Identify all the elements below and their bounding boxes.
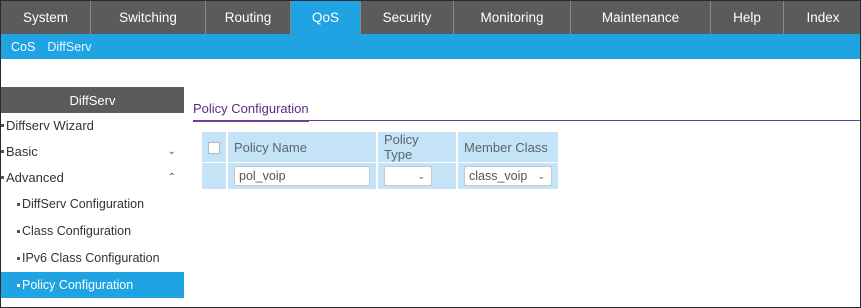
sidebar-header: DiffServ bbox=[1, 87, 184, 113]
tab-policy-configuration[interactable]: Policy Configuration bbox=[193, 101, 309, 122]
policy-name-cell: pol_voip bbox=[228, 162, 378, 189]
divider bbox=[193, 120, 860, 121]
member-class-select[interactable]: class_voip ⌄ bbox=[464, 166, 552, 186]
sidebar-item-label: Diffserv Wizard bbox=[6, 118, 94, 133]
bullet-icon bbox=[17, 229, 20, 233]
chevron-down-icon: ⌄ bbox=[537, 170, 545, 181]
policy-type-select[interactable]: ⌄ bbox=[384, 166, 432, 186]
sub-nav: CoS DiffServ bbox=[1, 34, 860, 59]
member-class-cell: class_voip ⌄ bbox=[458, 162, 558, 189]
subnav-cos[interactable]: CoS bbox=[11, 40, 35, 54]
sidebar-item-diffserv-configuration[interactable]: DiffServ Configuration bbox=[1, 191, 184, 218]
tab-index[interactable]: Index bbox=[784, 1, 860, 34]
subnav-diffserv[interactable]: DiffServ bbox=[47, 40, 91, 54]
sidebar-item-diffserv-wizard[interactable]: Diffserv Wizard bbox=[1, 113, 184, 139]
main-content: Policy Configuration Policy Name Policy … bbox=[185, 87, 860, 307]
table-row: pol_voip ⌄ class_voip ⌄ bbox=[202, 162, 558, 189]
tab-maintenance[interactable]: Maintenance bbox=[571, 1, 711, 34]
column-header-member-class: Member Class bbox=[458, 132, 558, 162]
bullet-icon bbox=[1, 176, 4, 179]
sidebar-item-label: Class Configuration bbox=[22, 224, 132, 238]
bullet-icon bbox=[17, 256, 20, 260]
table-header-row: Policy Name Policy Type Member Class bbox=[202, 132, 558, 162]
bullet-icon bbox=[1, 124, 4, 127]
bullet-icon bbox=[1, 150, 4, 153]
app-frame: System Switching Routing QoS Security Mo… bbox=[0, 0, 861, 308]
row-select-cell bbox=[202, 162, 228, 189]
chevron-down-icon: ⌄ bbox=[167, 146, 176, 157]
tab-system[interactable]: System bbox=[1, 1, 91, 34]
sidebar-item-label: Advanced bbox=[6, 170, 64, 185]
tab-security[interactable]: Security bbox=[361, 1, 454, 34]
tab-switching[interactable]: Switching bbox=[91, 1, 206, 34]
tab-help[interactable]: Help bbox=[711, 1, 784, 34]
sidebar-item-ipv6-class-configuration[interactable]: IPv6 Class Configuration bbox=[1, 245, 184, 272]
sidebar-item-label: Policy Configuration bbox=[22, 278, 134, 292]
sidebar: DiffServ Diffserv Wizard Basic ⌄ Advance… bbox=[1, 87, 184, 307]
sidebar-item-advanced[interactable]: Advanced ⌃ bbox=[1, 165, 184, 191]
tab-qos[interactable]: QoS bbox=[291, 1, 361, 34]
tab-monitoring[interactable]: Monitoring bbox=[454, 1, 571, 34]
sidebar-item-label: DiffServ Configuration bbox=[22, 197, 145, 211]
sidebar-item-label: Basic bbox=[6, 144, 38, 159]
select-all-checkbox[interactable] bbox=[208, 142, 220, 155]
policy-type-cell: ⌄ bbox=[378, 162, 458, 189]
bullet-icon bbox=[17, 283, 20, 287]
sidebar-item-policy-configuration[interactable]: Policy Configuration bbox=[1, 272, 184, 299]
column-header-policy-type: Policy Type bbox=[378, 132, 458, 162]
member-class-value: class_voip bbox=[469, 169, 528, 183]
top-nav: System Switching Routing QoS Security Mo… bbox=[1, 1, 860, 34]
policy-name-input[interactable]: pol_voip bbox=[234, 166, 370, 186]
policy-table: Policy Name Policy Type Member Class pol… bbox=[202, 132, 558, 189]
sidebar-item-basic[interactable]: Basic ⌄ bbox=[1, 139, 184, 165]
chevron-down-icon: ⌄ bbox=[417, 170, 425, 181]
chevron-up-icon: ⌃ bbox=[167, 172, 176, 183]
sidebar-item-label: IPv6 Class Configuration bbox=[22, 251, 160, 265]
select-all-cell bbox=[202, 132, 228, 162]
tab-routing[interactable]: Routing bbox=[206, 1, 291, 34]
bullet-icon bbox=[17, 202, 20, 206]
sidebar-item-class-configuration[interactable]: Class Configuration bbox=[1, 218, 184, 245]
column-header-policy-name: Policy Name bbox=[228, 132, 378, 162]
